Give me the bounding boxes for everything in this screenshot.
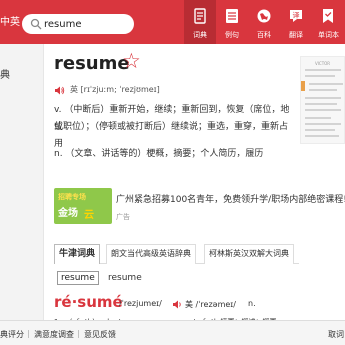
nav-wordbook-label: 单词本	[318, 31, 339, 39]
translate-icon: 译	[290, 10, 302, 22]
survey-link[interactable]: 满意度调查	[34, 329, 74, 340]
star-icon[interactable]: ☆	[122, 49, 141, 73]
search-box	[22, 14, 134, 34]
globe-icon	[257, 9, 271, 23]
language-label: 中英	[0, 17, 20, 28]
pronunciation: 英 [rɪˈzjuːm; ˈrezjʊmeɪ]	[70, 85, 160, 94]
speaker-icon[interactable]	[172, 299, 183, 310]
bottom-bar: 典评分 | 满意度调查 | 意见反馈 取词	[0, 320, 345, 345]
oxford-headword: ré·sumé	[54, 293, 123, 311]
ad-image: 招聘专场 金场 云	[54, 188, 112, 224]
nav-wordbook[interactable]: 单词本	[312, 0, 345, 44]
oxford-word: resume	[108, 273, 142, 283]
top-bar: 中英▾ 词典 例句 百科	[0, 0, 345, 44]
advertisement[interactable]: 招聘专场 金场 云 广州紧急招募100名青年，免费领升学/职场内部绝密课程! 广…	[54, 188, 345, 228]
rating-link[interactable]: 典评分	[0, 329, 24, 340]
oxford-word-box: resume	[57, 271, 99, 285]
oxford-pron-us: 美 /ˈrezəmeɪ/	[185, 300, 236, 309]
nav-translate-label: 翻译	[289, 31, 303, 39]
thumbnail-header: VICTOR	[315, 61, 331, 66]
nav-translate[interactable]: 译 翻译	[280, 0, 312, 44]
thumbnail-line	[305, 135, 339, 137]
thumbnail-line	[305, 103, 337, 105]
speaker-icon[interactable]	[54, 85, 65, 96]
thumbnail-line	[305, 69, 341, 71]
nav-examples-label: 例句	[225, 31, 239, 39]
dictionary-tabs: 牛津词典 朗文当代高级英语辞典 柯林斯英汉双解大词典	[54, 244, 299, 264]
tab-collins[interactable]: 柯林斯英汉双解大词典	[204, 244, 294, 264]
thumbnail-line	[309, 83, 343, 85]
left-sidebar: 典	[0, 44, 44, 320]
ad-image-title: 金场	[58, 208, 78, 219]
nav-encyclopedia[interactable]: 百科	[248, 0, 280, 44]
separator: |	[27, 329, 30, 338]
thumbnail-line	[305, 117, 331, 119]
wordbook-icon	[323, 9, 333, 23]
main-content: resume ☆ 英 [rɪˈzjuːm; ˈrezjʊmeɪ] v. （中断后…	[44, 44, 345, 326]
thumbnail-line	[305, 75, 335, 77]
sidebar-item[interactable]: 典	[0, 66, 10, 81]
thumbnail-line	[305, 129, 335, 131]
definition-noun: n. （文章、讲话等的）梗概，摘要；个人简历，履历	[54, 149, 264, 159]
thumbnail-line	[305, 109, 341, 111]
ad-label: 广告	[116, 213, 130, 221]
ad-image-title-2: 云	[84, 210, 94, 221]
nav-dictionary-label: 词典	[193, 31, 207, 39]
dictionary-icon	[194, 8, 206, 24]
separator: |	[77, 329, 80, 338]
feedback-link[interactable]: 意见反馈	[84, 329, 116, 340]
ad-image-caption: 招聘专场	[58, 193, 86, 201]
tab-longman[interactable]: 朗文当代高级英语辞典	[106, 244, 196, 264]
oxford-pron-uk: /ˈrezjumeɪ/	[119, 299, 162, 308]
resume-thumbnail[interactable]: VICTOR	[300, 56, 345, 144]
thumbnail-line	[305, 123, 341, 125]
oxford-pos: n.	[248, 299, 256, 308]
word-capture-toggle[interactable]: 取词	[328, 329, 344, 340]
tab-oxford[interactable]: 牛津词典	[54, 244, 101, 264]
thumbnail-accent	[301, 81, 305, 91]
svg-text:译: 译	[293, 12, 300, 20]
search-icon	[30, 18, 42, 30]
thumbnail-line	[309, 89, 337, 91]
nav-encyclopedia-label: 百科	[257, 31, 271, 39]
headword: resume	[54, 53, 130, 74]
search-input[interactable]	[44, 16, 130, 32]
thumbnail-line	[305, 97, 341, 99]
example-icon	[226, 9, 238, 23]
ad-title: 广州紧急招募100名青年，免费领升学/职场内部绝密课程!	[116, 195, 345, 205]
nav-examples[interactable]: 例句	[216, 0, 248, 44]
nav-dictionary[interactable]: 词典	[184, 0, 216, 44]
definition-verb-line2: 或职位）；（停顿或被打断后）继续说；重选，重穿，重新占	[54, 122, 289, 132]
